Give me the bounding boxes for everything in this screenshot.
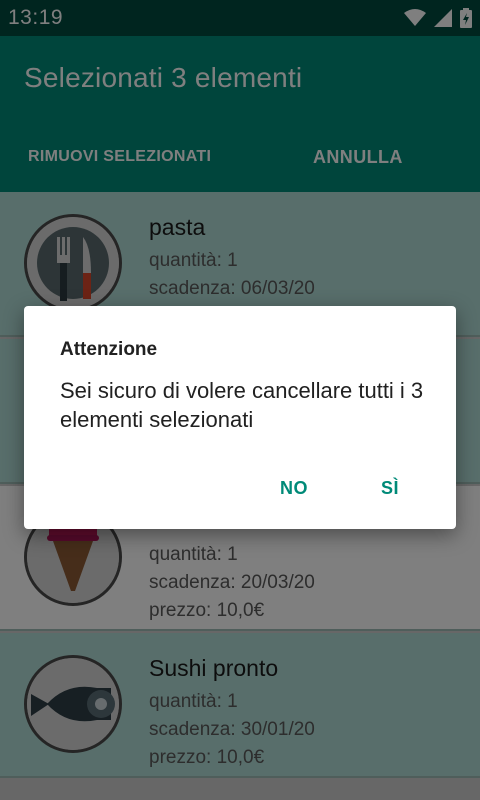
dialog-message: Sei sicuro di volere cancellare tutti i … (60, 378, 424, 432)
yes-button[interactable]: SÌ (381, 478, 399, 499)
confirm-delete-dialog: Attenzione Sei sicuro di volere cancella… (24, 306, 456, 529)
dialog-title: Attenzione (60, 339, 158, 360)
no-button[interactable]: NO (280, 478, 308, 499)
